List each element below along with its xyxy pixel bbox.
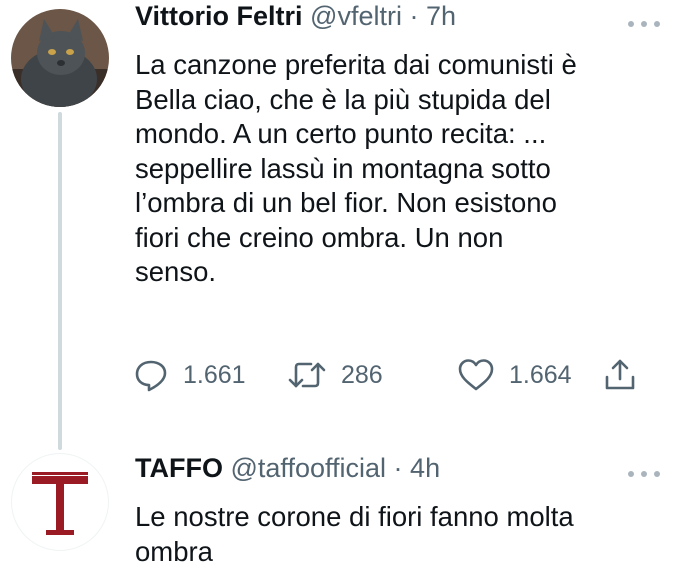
- retweet-count: 286: [341, 360, 383, 389]
- like-button[interactable]: 1.664: [457, 355, 572, 395]
- tweet-header: TAFFO @taffoofficial · 4h: [135, 452, 440, 484]
- retweet-icon: [288, 362, 326, 388]
- tweet-text: La canzone preferita dai comunisti è Bel…: [135, 48, 665, 290]
- author-name[interactable]: TAFFO: [135, 453, 223, 483]
- share-icon: [605, 359, 635, 390]
- author-name[interactable]: Vittorio Feltri: [135, 1, 303, 31]
- tweet-line: Le nostre corone di fiori fanno molta: [135, 501, 574, 532]
- reply-count: 1.661: [183, 360, 246, 389]
- tweet-time[interactable]: 7h: [426, 1, 456, 31]
- separator-dot: ·: [409, 1, 419, 31]
- taffo-cross-logo: [32, 472, 88, 535]
- tweet-header: Vittorio Feltri @vfeltri · 7h: [135, 0, 456, 32]
- more-button[interactable]: [626, 16, 662, 27]
- more-button[interactable]: [626, 466, 662, 477]
- thread-connector-line: [58, 112, 62, 450]
- tweet-line: seppellire lassù in montagna sotto: [135, 152, 551, 184]
- tweet-line: senso.: [135, 256, 217, 287]
- reply-icon: [135, 360, 167, 392]
- reply-button[interactable]: 1.661: [133, 355, 246, 395]
- avatar-taffo[interactable]: [11, 453, 109, 551]
- more-icon: [628, 21, 660, 27]
- more-icon: [628, 471, 660, 477]
- tweet-line: mondo. A un certo punto recita: ...: [135, 118, 547, 149]
- separator-dot: ·: [393, 453, 403, 483]
- tweet-actions: 1.661 286 1.664: [133, 355, 653, 395]
- cat-avatar-image: [11, 9, 109, 107]
- tweet-line: fiori che creino ombra. Un non: [135, 221, 504, 253]
- tweet-line: ombra: [135, 535, 213, 567]
- author-handle[interactable]: @taffoofficial: [231, 453, 387, 483]
- tweet-text: Le nostre corone di fiori fanno molta om…: [135, 500, 665, 569]
- tweet-time[interactable]: 4h: [410, 453, 440, 483]
- like-count: 1.664: [509, 360, 572, 389]
- tweet-line: La canzone preferita dai comunisti è: [135, 49, 577, 80]
- tweet-line: Bella ciao, che è la più stupida del: [135, 83, 551, 115]
- author-handle[interactable]: @vfeltri: [310, 1, 402, 31]
- retweet-button[interactable]: 286: [287, 355, 383, 395]
- share-button[interactable]: [603, 355, 637, 395]
- avatar-vfeltri[interactable]: [11, 9, 109, 107]
- tweet-line: l’ombra di un bel fior. Non esistono: [135, 187, 557, 218]
- like-icon: [458, 359, 494, 391]
